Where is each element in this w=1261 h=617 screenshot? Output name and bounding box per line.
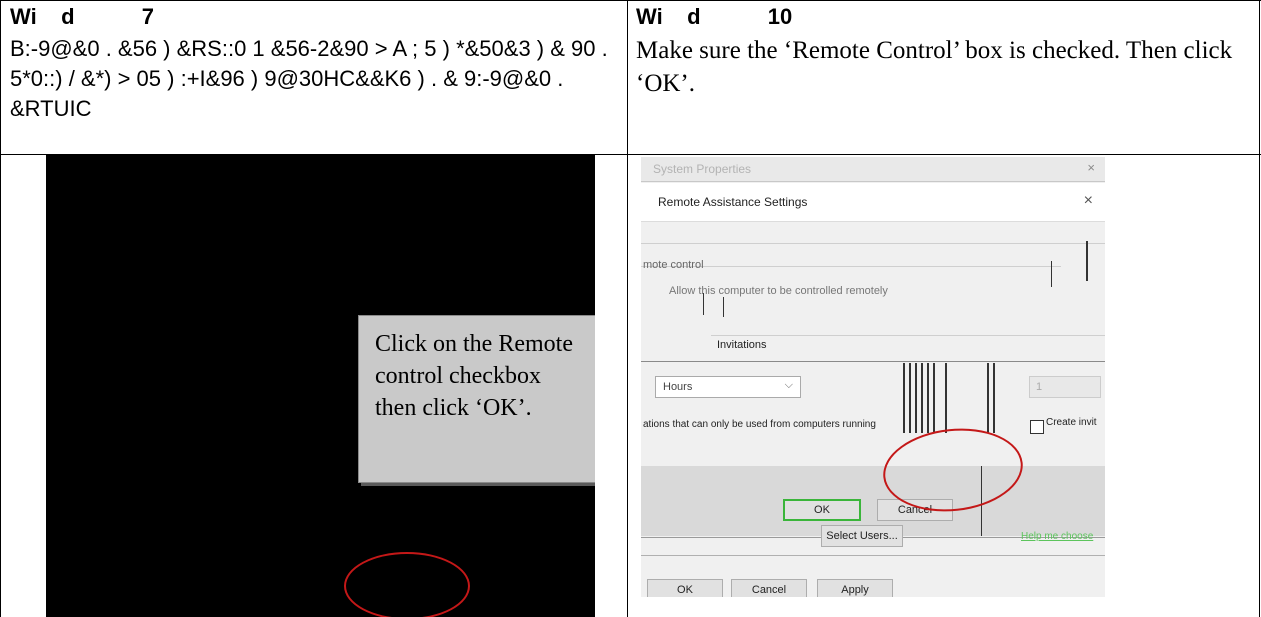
- bottom-apply-button[interactable]: Apply: [817, 579, 893, 597]
- chevron-down-icon: ⌵: [784, 379, 793, 391]
- render-artifact: [723, 297, 724, 317]
- system-properties-title: System Properties: [653, 162, 752, 176]
- bottom-ok-button[interactable]: OK: [647, 579, 723, 597]
- duration-unit-select[interactable]: Hours ⌵: [655, 376, 801, 398]
- windows-7-instruction: B:-9@&0 . &56 ) &RS::0 1 &56-2&90 > A ; …: [10, 36, 608, 121]
- render-artifact: [1086, 241, 1088, 281]
- callout-box: Click on the Remote control checkbox the…: [358, 315, 595, 483]
- render-artifact: [945, 363, 947, 433]
- render-artifact: [903, 363, 905, 433]
- bottom-cancel-button[interactable]: Cancel: [731, 579, 807, 597]
- dialog-separator: [641, 243, 1105, 244]
- ok-button[interactable]: OK: [783, 499, 861, 521]
- dialog-separator: [641, 555, 1105, 556]
- highlight-ellipse: [344, 552, 470, 617]
- windows-10-instruction: Make sure the ‘Remote Control’ box is ch…: [636, 37, 1233, 97]
- dialog-titlebar: Remote Assistance Settings ×: [641, 183, 1105, 222]
- invitations-section-label: Invitations: [717, 339, 767, 351]
- duration-unit-value: Hours: [663, 381, 693, 393]
- remote-control-section-label: mote control: [643, 259, 704, 271]
- duration-value-select[interactable]: 1: [1029, 376, 1101, 398]
- invitations-note: ations that can only be used from comput…: [643, 419, 876, 430]
- system-properties-titlebar: System Properties ×: [641, 157, 1105, 182]
- close-icon[interactable]: ×: [1087, 160, 1095, 175]
- table-border-left: [0, 0, 1, 617]
- render-artifact: [927, 363, 929, 433]
- render-artifact: [921, 363, 923, 433]
- render-artifact: [1051, 261, 1052, 287]
- render-artifact: [915, 363, 917, 433]
- dialog-separator: [641, 266, 1061, 267]
- table-column-divider: [627, 0, 628, 617]
- column-header-windows-7: Wi d 7: [10, 4, 155, 29]
- windows-7-screenshot: Click on the Remote control checkbox the…: [46, 155, 595, 617]
- create-invitation-checkbox[interactable]: [1030, 420, 1044, 434]
- select-users-button[interactable]: Select Users...: [821, 525, 903, 547]
- render-artifact: [933, 363, 935, 433]
- allow-control-checkbox-label[interactable]: Allow this computer to be controlled rem…: [669, 285, 888, 297]
- instruction-table: Wi d 7 Wi d 10 B:-9@&0 . &56 ) &RS::0 1 …: [0, 0, 1261, 617]
- dialog-close-icon[interactable]: ×: [1084, 192, 1093, 210]
- duration-value: 1: [1036, 381, 1043, 393]
- remote-assistance-dialog: Remote Assistance Settings × mote contro…: [641, 183, 1105, 538]
- create-invitation-label: Create invit: [1046, 417, 1097, 428]
- render-artifact: [909, 363, 911, 433]
- render-artifact: [703, 293, 704, 315]
- render-artifact: [987, 363, 989, 433]
- help-me-choose-link[interactable]: Help me choose: [1021, 531, 1093, 542]
- column-header-windows-10: Wi d 10: [636, 4, 793, 29]
- dialog-separator: [641, 361, 1105, 362]
- table-border-top: [0, 0, 1261, 1]
- dialog-title: Remote Assistance Settings: [658, 195, 808, 209]
- render-artifact: [993, 363, 995, 433]
- dialog-separator: [711, 335, 1105, 336]
- windows-10-screenshot: System Properties × Remote Assistance Se…: [641, 157, 1105, 597]
- table-border-right: [1259, 0, 1260, 617]
